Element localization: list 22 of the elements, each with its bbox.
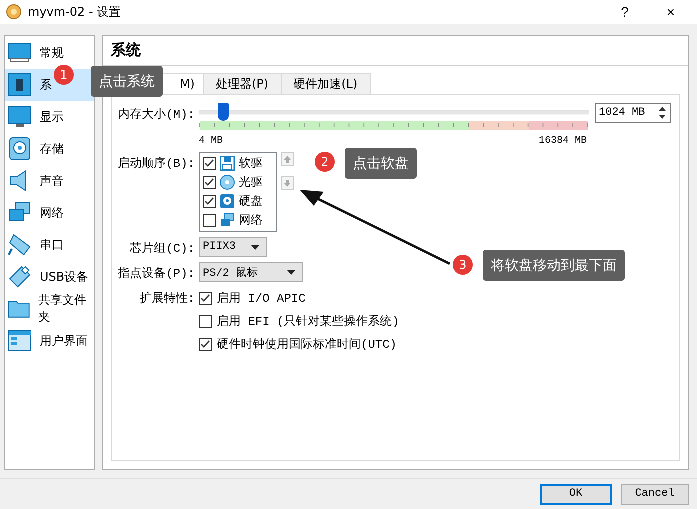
window-title: myvm-02 - 设置: [28, 4, 122, 20]
field-label: 芯片组(C):: [129, 241, 195, 257]
sidebar-item-label: 常规: [40, 44, 64, 62]
field-label: 内存大小(M):: [117, 107, 195, 123]
sidebar-item-label: USB设备: [40, 268, 89, 286]
sidebar-item-label: 声音: [40, 172, 64, 190]
sidebar-item-label: 系: [40, 76, 52, 94]
scale-min: 4 MB: [199, 136, 224, 147]
sidebar-item-label: 串口: [40, 236, 64, 254]
panel-title: 系统: [103, 36, 688, 66]
hint-tooltip: 点击软盘: [345, 148, 417, 179]
sidebar-item-label: 用户界面: [40, 332, 88, 350]
field-label: 指点设备(P):: [117, 266, 195, 282]
field-label: 扩展特性:: [138, 291, 195, 307]
hint-tooltip: 将软盘移动到最下面: [483, 250, 625, 281]
sidebar-item-label: 显示: [40, 108, 64, 126]
scale-max: 16384 MB: [538, 136, 587, 147]
sidebar-item-label: 网络: [40, 204, 64, 222]
hint-tooltip: 点击系统: [91, 66, 163, 97]
sidebar-item-label: 共享文件夹: [38, 292, 88, 326]
sidebar-item-label: 存储: [40, 140, 64, 158]
field-label: 启动顺序(B):: [117, 156, 195, 172]
